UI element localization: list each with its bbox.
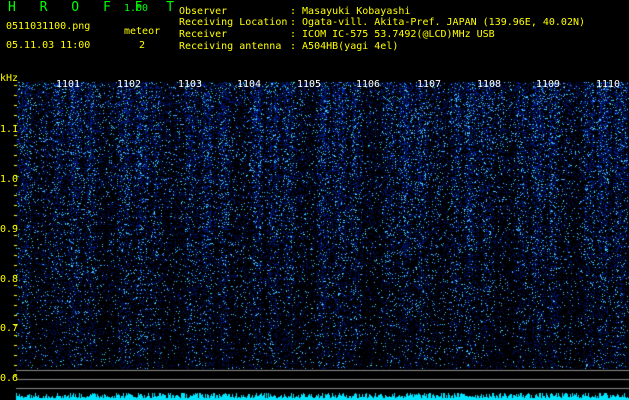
meteor-label: meteor bbox=[124, 26, 161, 37]
x-tick-label: 1103 bbox=[178, 79, 203, 90]
x-tick-label: 1106 bbox=[356, 79, 381, 90]
x-tick-label: 1101 bbox=[56, 79, 81, 90]
y-tick-label: 1.1 bbox=[0, 124, 19, 135]
antenna-value: : A504HB(yagi 4el) bbox=[290, 41, 399, 52]
x-tick-label: 1108 bbox=[477, 79, 502, 90]
y-tick-label: 0.6 bbox=[0, 373, 19, 384]
file-name: 0511031100.png bbox=[6, 21, 91, 32]
y-tick-label: 0.8 bbox=[0, 274, 19, 285]
receiver-label: Receiver bbox=[179, 29, 228, 40]
x-tick-label: 1107 bbox=[417, 79, 442, 90]
app-title: H R O F F T bbox=[8, 0, 183, 15]
y-axis-unit-label: kHz bbox=[0, 73, 19, 84]
y-tick-label: 0.9 bbox=[0, 224, 19, 235]
hroft-window: H R O F F T 1.00 0511031100.png meteor 0… bbox=[0, 0, 629, 400]
timestamp: 05.11.03 11:00 bbox=[6, 40, 91, 51]
x-tick-label: 1102 bbox=[117, 79, 142, 90]
receiver-value: : ICOM IC-575 53.7492(@LCD)MHz USB bbox=[290, 29, 495, 40]
meteor-count: 2 bbox=[139, 40, 146, 51]
x-tick-label: 1109 bbox=[536, 79, 561, 90]
y-tick-label: 0.7 bbox=[0, 323, 19, 334]
x-tick-label: 1110 bbox=[596, 79, 621, 90]
location-label: Receiving Location bbox=[179, 17, 288, 28]
x-tick-label: 1105 bbox=[297, 79, 322, 90]
y-tick-label: 1.0 bbox=[0, 174, 19, 185]
spectrogram-plot bbox=[0, 79, 629, 400]
app-version: 1.00 bbox=[124, 3, 149, 14]
antenna-label: Receiving antenna bbox=[179, 41, 282, 52]
location-value: : Ogata-vill. Akita-Pref. JAPAN (139.96E… bbox=[290, 17, 586, 28]
x-tick-label: 1104 bbox=[237, 79, 262, 90]
